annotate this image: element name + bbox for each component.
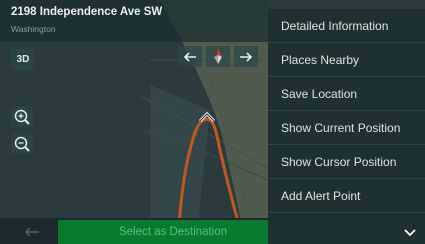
previous-button[interactable] [178, 46, 202, 67]
back-button[interactable] [10, 219, 54, 244]
menu-item-show-current-position[interactable]: Show Current Position [268, 111, 425, 145]
select-destination-button[interactable]: Select as Destination [58, 220, 288, 244]
menu-item-save-location[interactable]: Save Location [268, 77, 425, 111]
view-mode-button[interactable]: 3D [11, 49, 35, 70]
zoom-in-icon [14, 109, 30, 125]
menu-item-add-alert-point[interactable]: Add Alert Point [268, 179, 425, 213]
collapse-menu-button[interactable] [395, 220, 425, 244]
arrow-right-icon [240, 51, 253, 62]
menu-item-detailed-information[interactable]: Detailed Information [268, 9, 425, 43]
context-menu: Detailed Information Places Nearby Save … [268, 9, 425, 244]
address-bar: 2198 Independence Ave SW Washington [0, 0, 268, 42]
navigation-screen: 2198 Independence Ave SW Washington 3D S… [0, 0, 425, 244]
next-button[interactable] [234, 46, 258, 67]
compass-button[interactable] [206, 46, 230, 67]
back-arrow-icon [25, 227, 39, 236]
menu-item-places-nearby[interactable]: Places Nearby [268, 43, 425, 77]
compass-icon [214, 49, 222, 64]
chevron-down-icon [404, 228, 416, 236]
city-text: Washington [11, 24, 56, 34]
menu-item-show-cursor-position[interactable]: Show Cursor Position [268, 145, 425, 179]
arrow-left-icon [183, 51, 196, 62]
address-text: 2198 Independence Ave SW [11, 6, 163, 18]
zoom-out-button[interactable] [11, 133, 33, 154]
zoom-out-icon [14, 136, 30, 152]
zoom-in-button[interactable] [11, 106, 33, 127]
